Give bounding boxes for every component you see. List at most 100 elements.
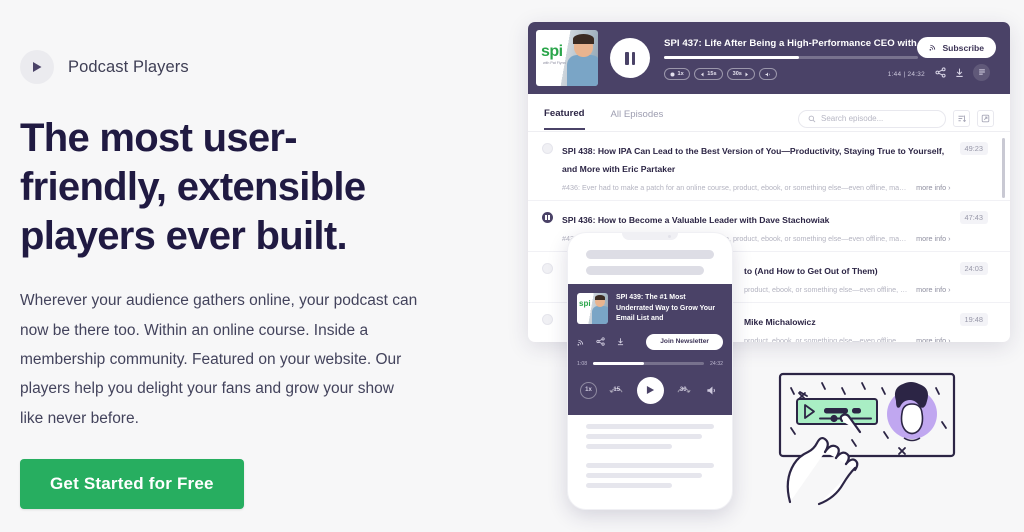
- sparkle-x: [898, 447, 906, 455]
- subscribe-label: Subscribe: [942, 42, 984, 53]
- sort-button[interactable]: [953, 110, 970, 127]
- volume-control[interactable]: [759, 68, 778, 80]
- episode-more-info-link[interactable]: more info ›: [916, 234, 950, 243]
- page-title: The most user-friendly, extensible playe…: [20, 116, 366, 258]
- phone-now-playing-title: SPI 439: The #1 Most Underrated Way to G…: [616, 294, 716, 322]
- play-icon: [20, 50, 54, 84]
- search-icon: [808, 110, 816, 128]
- search-placeholder: Search episode...: [821, 114, 884, 123]
- search-input[interactable]: Search episode...: [798, 109, 946, 128]
- episode-play-icon[interactable]: [542, 143, 553, 154]
- content-placeholder: [586, 433, 702, 439]
- player-bar: spi with Pat Flynn SPI 437: Life After B…: [528, 22, 1010, 94]
- elapsed-time: 1:08: [577, 360, 588, 367]
- episode-artwork: spi: [577, 293, 608, 324]
- hand-tapping-player-illustration: [766, 366, 980, 506]
- progress-bar[interactable]: [593, 362, 705, 365]
- phone-notch: [622, 233, 678, 240]
- rss-icon[interactable]: [577, 338, 585, 346]
- share-icon[interactable]: [596, 337, 605, 346]
- speed-control-label: 1x: [677, 71, 684, 77]
- phone-player-mockup: spi SPI 439: The #1 Most Underrated Way …: [567, 232, 733, 510]
- time-display: 1:44 | 24:32: [887, 70, 925, 78]
- duration-time: 24:32: [710, 360, 723, 367]
- episode-play-icon[interactable]: [542, 314, 553, 325]
- forward-30-control[interactable]: 30s: [726, 68, 756, 80]
- episode-list-scrollbar[interactable]: [1002, 138, 1005, 198]
- speed-control[interactable]: 1x: [580, 381, 597, 399]
- episode-description: product, ebook, or something else—even o…: [744, 285, 908, 294]
- episode-description: #436: Ever had to make a patch for an on…: [562, 183, 909, 192]
- player-info: SPI 437: Life After Being a High-Perform…: [664, 30, 929, 86]
- phone-player-actions: Join Newsletter: [577, 333, 723, 350]
- avatar-face: [900, 403, 924, 435]
- content-placeholder: [586, 423, 714, 429]
- phone-progress-row: 1:08 24:32: [577, 361, 723, 367]
- episode-duration: 24:03: [959, 262, 988, 275]
- content-placeholder: [586, 462, 714, 468]
- episode-duration: 47:43: [959, 211, 988, 224]
- rewind-15-control[interactable]: 15: [608, 382, 625, 399]
- episode-title: SPI 438: How IPA Can Lead to the Best Ve…: [562, 146, 945, 174]
- episode-title: SPI 436: How to Become a Valuable Leader…: [562, 215, 830, 225]
- rss-icon: [929, 43, 937, 53]
- phone-controls: 1x 15 30: [577, 376, 723, 404]
- content-placeholder: [586, 266, 705, 275]
- share-icon[interactable]: [935, 66, 946, 78]
- pause-icon: [625, 51, 635, 65]
- eyebrow: Podcast Players: [20, 50, 440, 84]
- rewind-15-control[interactable]: 15s: [693, 68, 723, 80]
- progress-bar[interactable]: [664, 56, 919, 59]
- player-actions: [929, 58, 1002, 86]
- phone-player-header: spi SPI 439: The #1 Most Underrated Way …: [577, 293, 723, 325]
- hero-description: Wherever your audience gathers online, y…: [20, 292, 418, 427]
- host-photo: [567, 34, 598, 86]
- now-playing-title: SPI 437: Life After Being a High-Perform…: [664, 38, 917, 49]
- volume-control[interactable]: [703, 382, 720, 399]
- page-root: Podcast Players The most user-friendly, …: [0, 0, 1024, 532]
- tab-featured[interactable]: Featured: [544, 108, 585, 130]
- content-placeholder: [586, 472, 702, 478]
- hero-text-column: Podcast Players The most user-friendly, …: [20, 50, 440, 509]
- episode-pause-icon[interactable]: [542, 212, 553, 223]
- download-icon[interactable]: [616, 337, 625, 346]
- spi-logo: spi: [579, 299, 591, 308]
- phone-embedded-player: spi SPI 439: The #1 Most Underrated Way …: [568, 284, 732, 415]
- episode-artwork: spi with Pat Flynn: [536, 30, 598, 86]
- episode-duration: 19:48: [959, 313, 988, 326]
- spi-logo: spi: [541, 43, 563, 60]
- play-icon: [646, 385, 654, 395]
- episode-meta: #436: Ever had to make a patch for an on…: [562, 183, 951, 192]
- progress-knob: [830, 414, 838, 423]
- episode-more-info-link[interactable]: more info ›: [916, 183, 950, 192]
- episode-duration: 49:23: [959, 142, 988, 155]
- episode-description: product, ebook, or something else—even o…: [744, 336, 908, 342]
- eyebrow-label: Podcast Players: [68, 57, 189, 76]
- table-row[interactable]: SPI 438: How IPA Can Lead to the Best Ve…: [528, 132, 1010, 201]
- spi-logo-subtitle: with Pat Flynn: [543, 61, 566, 65]
- play-pause-button[interactable]: [610, 38, 650, 78]
- join-newsletter-button[interactable]: Join Newsletter: [646, 333, 723, 350]
- content-placeholder: [586, 482, 672, 488]
- tab-all-episodes[interactable]: All Episodes: [611, 109, 664, 129]
- get-started-button[interactable]: Get Started for Free: [20, 458, 244, 509]
- play-button[interactable]: [636, 376, 664, 404]
- speed-control[interactable]: 1x: [664, 68, 690, 80]
- forward-30-label: 30s: [732, 71, 742, 77]
- playlist-icon[interactable]: [973, 63, 990, 81]
- episode-content: SPI 438: How IPA Can Lead to the Best Ve…: [562, 141, 951, 192]
- content-placeholder: [586, 250, 714, 259]
- episode-play-icon[interactable]: [542, 263, 553, 274]
- waveform-bar: [852, 408, 861, 414]
- episode-more-info-link[interactable]: more info ›: [916, 285, 950, 294]
- subscribe-button[interactable]: Subscribe: [917, 37, 996, 58]
- player-controls-row: 1x 15s 30s 1:44 | 24:32: [664, 68, 929, 80]
- rewind-15-label: 15s: [707, 71, 717, 77]
- episode-more-info-link[interactable]: more info ›: [916, 336, 950, 342]
- hand-icon: [786, 413, 862, 506]
- embed-button[interactable]: [977, 110, 994, 127]
- download-icon[interactable]: [954, 67, 965, 78]
- forward-30-control[interactable]: 30: [675, 382, 692, 399]
- waveform-bar: [824, 408, 848, 414]
- player-tabs: Featured All Episodes Search episode...: [528, 94, 1010, 132]
